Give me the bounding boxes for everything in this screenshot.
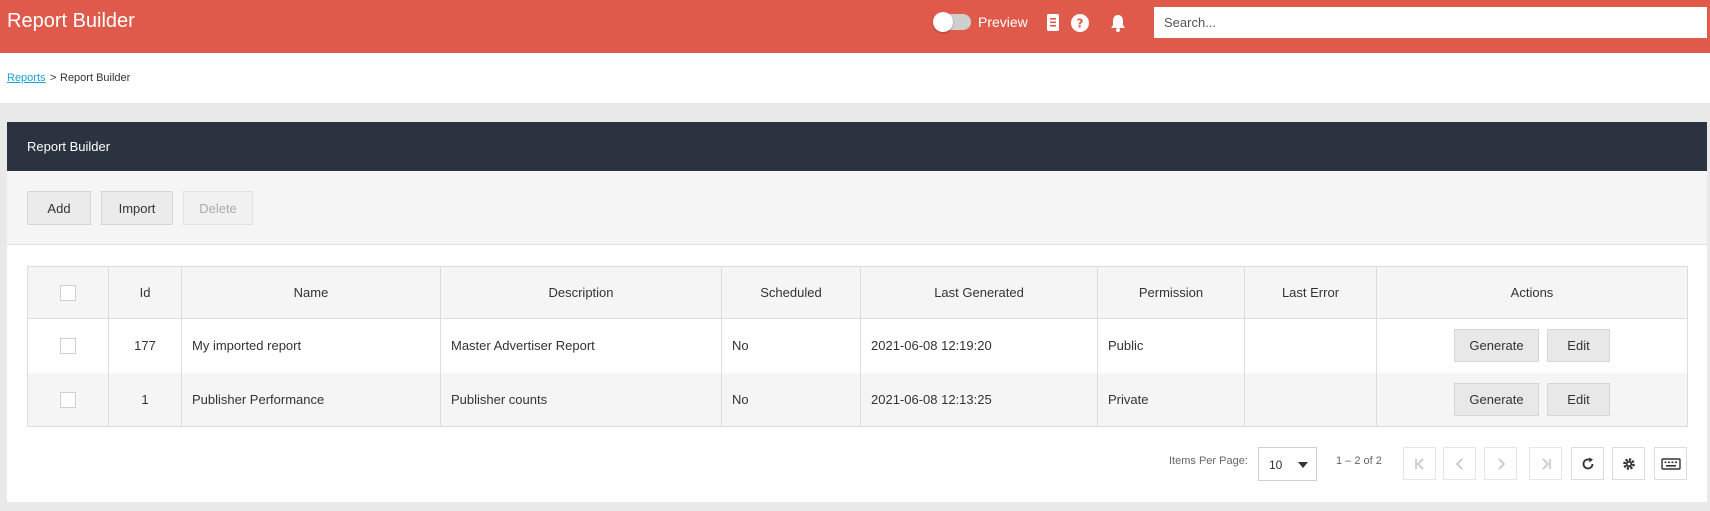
row-checkbox[interactable] bbox=[60, 338, 76, 355]
column-header-permission[interactable]: Permission bbox=[1097, 266, 1245, 319]
cell-permission: Public bbox=[1097, 318, 1245, 373]
items-per-page-value: 10 bbox=[1269, 458, 1283, 472]
keyboard-button[interactable] bbox=[1654, 447, 1687, 480]
breadcrumb-current: Report Builder bbox=[60, 72, 131, 84]
svg-text:?: ? bbox=[1077, 17, 1084, 31]
refresh-button[interactable] bbox=[1571, 447, 1604, 480]
column-header-last-generated[interactable]: Last Generated bbox=[860, 266, 1098, 319]
column-header-name[interactable]: Name bbox=[181, 266, 441, 319]
toggle-knob bbox=[933, 12, 953, 32]
cell-last-generated: 2021-06-08 12:13:25 bbox=[860, 372, 1098, 427]
reports-table: Id Name Description Scheduled Last Gener… bbox=[27, 266, 1688, 427]
cell-id: 1 bbox=[108, 372, 182, 427]
gear-icon bbox=[1622, 457, 1635, 470]
table-row: 1 Publisher Performance Publisher counts… bbox=[27, 372, 1688, 427]
help-icon[interactable]: ? bbox=[1069, 12, 1091, 34]
column-header-last-error[interactable]: Last Error bbox=[1244, 266, 1377, 319]
chevron-right-icon bbox=[1497, 457, 1505, 470]
edit-button[interactable]: Edit bbox=[1547, 382, 1610, 416]
bell-icon[interactable] bbox=[1107, 12, 1129, 34]
select-all-checkbox[interactable] bbox=[60, 284, 76, 301]
column-header-description[interactable]: Description bbox=[440, 266, 722, 319]
top-bar: Report Builder Preview ? bbox=[0, 0, 1710, 53]
breadcrumb-link-reports[interactable]: Reports bbox=[7, 72, 46, 84]
preview-label: Preview bbox=[978, 14, 1028, 30]
panel-header: Report Builder bbox=[7, 122, 1707, 171]
column-header-actions: Actions bbox=[1376, 266, 1688, 319]
table-header-row: Id Name Description Scheduled Last Gener… bbox=[27, 266, 1688, 319]
keyboard-icon bbox=[1660, 457, 1681, 470]
cell-last-error bbox=[1244, 372, 1377, 427]
pager-range: 1 – 2 of 2 bbox=[1336, 455, 1382, 467]
generate-button[interactable]: Generate bbox=[1454, 382, 1539, 416]
add-button[interactable]: Add bbox=[27, 191, 91, 225]
panel-title: Report Builder bbox=[27, 139, 111, 154]
import-button[interactable]: Import bbox=[101, 191, 173, 225]
cell-actions: Generate Edit bbox=[1376, 318, 1688, 373]
first-page-icon bbox=[1414, 457, 1424, 470]
cell-last-error bbox=[1244, 318, 1377, 373]
settings-button[interactable] bbox=[1612, 447, 1645, 480]
toolbar: Add Import Delete bbox=[7, 171, 1707, 245]
cell-scheduled: No bbox=[721, 318, 861, 373]
app-title: Report Builder bbox=[7, 10, 135, 32]
search-input[interactable] bbox=[1154, 7, 1707, 38]
generate-button[interactable]: Generate bbox=[1454, 329, 1539, 363]
table-row: 177 My imported report Master Advertiser… bbox=[27, 318, 1688, 373]
column-header-scheduled[interactable]: Scheduled bbox=[721, 266, 861, 319]
breadcrumb-separator: > bbox=[50, 72, 57, 84]
first-page-button bbox=[1403, 447, 1436, 480]
cell-actions: Generate Edit bbox=[1376, 372, 1688, 427]
cell-id: 177 bbox=[108, 318, 182, 373]
delete-button: Delete bbox=[183, 191, 253, 225]
cell-description: Publisher counts bbox=[440, 372, 722, 427]
refresh-icon bbox=[1582, 457, 1593, 469]
column-header-id[interactable]: Id bbox=[108, 266, 182, 319]
report-builder-panel: Report Builder Add Import Delete Id Name… bbox=[7, 122, 1707, 502]
cell-scheduled: No bbox=[721, 372, 861, 427]
breadcrumb: Reports > Report Builder bbox=[0, 53, 1710, 103]
cell-permission: Private bbox=[1097, 372, 1245, 427]
cell-description: Master Advertiser Report bbox=[440, 318, 722, 373]
items-per-page-label: Items Per Page: bbox=[1169, 455, 1248, 467]
cell-last-generated: 2021-06-08 12:19:20 bbox=[860, 318, 1098, 373]
items-per-page-select[interactable]: 10 bbox=[1258, 447, 1317, 481]
cell-name: My imported report bbox=[181, 318, 441, 373]
previous-page-button bbox=[1443, 447, 1476, 480]
document-icon[interactable] bbox=[1042, 12, 1064, 34]
preview-toggle[interactable] bbox=[933, 12, 971, 32]
chevron-left-icon bbox=[1455, 457, 1463, 470]
row-select-cell bbox=[27, 372, 109, 427]
caret-down-icon bbox=[1298, 462, 1308, 468]
row-select-cell bbox=[27, 318, 109, 373]
last-page-icon bbox=[1541, 457, 1551, 470]
select-all-cell bbox=[27, 266, 109, 319]
row-checkbox[interactable] bbox=[60, 391, 76, 408]
last-page-button bbox=[1529, 447, 1562, 480]
cell-name: Publisher Performance bbox=[181, 372, 441, 427]
edit-button[interactable]: Edit bbox=[1547, 329, 1610, 363]
next-page-button bbox=[1484, 447, 1517, 480]
